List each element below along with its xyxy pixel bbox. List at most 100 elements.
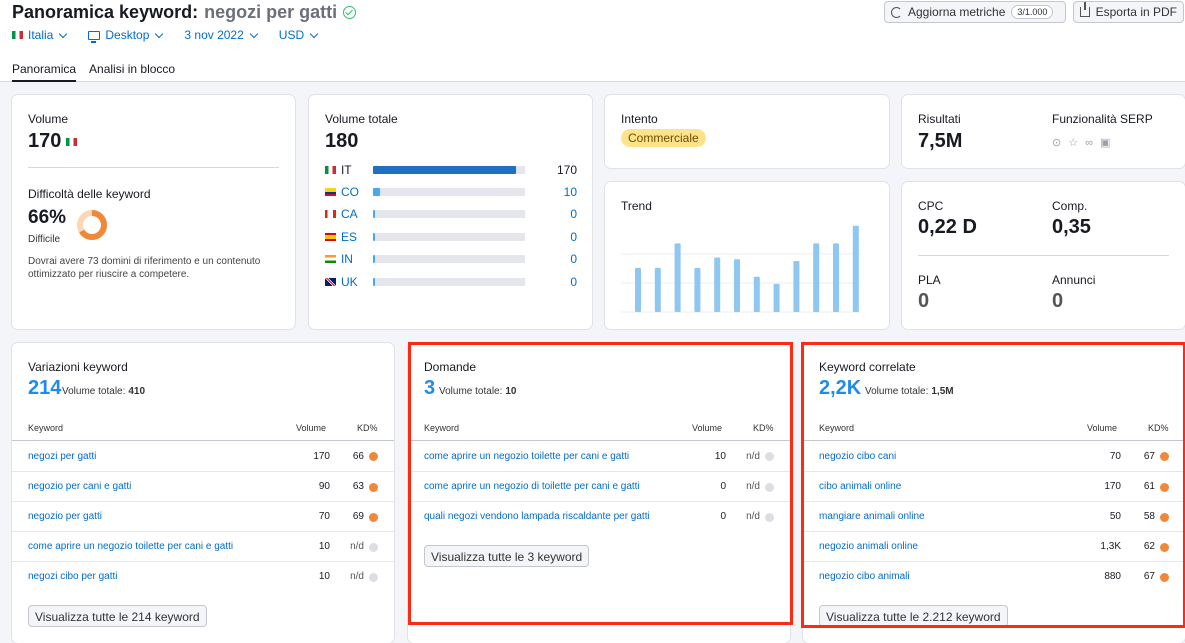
- ads-value: 0: [1052, 290, 1064, 312]
- keyword-volume: 170: [313, 450, 330, 462]
- country-row-es[interactable]: ES 0: [325, 229, 577, 244]
- country-volume-fill: [372, 187, 381, 196]
- country-volume-bar: [372, 277, 526, 286]
- country-code: UK: [340, 274, 358, 289]
- country-volume-bar: [372, 255, 526, 264]
- country-select[interactable]: Italia: [12, 28, 68, 42]
- filter-bar: Italia Desktop 3 nov 2022 USD: [12, 28, 339, 43]
- volume-value: 170: [28, 130, 62, 152]
- difficulty-donut: [77, 210, 107, 240]
- title-prefix: Panoramica keyword:: [12, 2, 199, 22]
- total-volume-value: 180: [325, 130, 359, 152]
- trend-bar[interactable]: [694, 268, 701, 312]
- country-volume-value: 0: [570, 274, 577, 289]
- verified-check-icon: [343, 6, 357, 19]
- in-flag-icon: [325, 255, 336, 264]
- trend-bar[interactable]: [793, 260, 800, 312]
- total-volume-value: 410: [128, 386, 146, 397]
- keyword-link[interactable]: come aprire un negozio toilette per cani…: [28, 541, 233, 552]
- table-row: negozio per cani e gatti 90 63: [12, 471, 394, 501]
- competition-value: 0,35: [1052, 216, 1091, 238]
- country-volume-fill: [372, 277, 375, 286]
- chevron-down-icon: [249, 29, 259, 38]
- trend-bar[interactable]: [773, 283, 780, 312]
- desktop-icon: [88, 30, 101, 43]
- country-code: CO: [340, 184, 359, 199]
- link-icon[interactable]: ∞: [1085, 137, 1093, 149]
- intent-label: Intento: [621, 112, 658, 126]
- divider: [918, 255, 1169, 256]
- country-row-it[interactable]: IT 170: [325, 163, 577, 177]
- keyword-kd: n/d: [350, 571, 364, 582]
- country-row-in[interactable]: IN 0: [325, 252, 577, 267]
- ca-flag-icon: [325, 210, 336, 219]
- country-row-uk[interactable]: UK 0: [325, 274, 577, 289]
- star-icon[interactable]: ☆: [1068, 136, 1078, 149]
- tab-panoramica[interactable]: Panoramica: [12, 62, 77, 82]
- keyword-link[interactable]: negozi per gatti: [28, 451, 96, 462]
- card-title: Variazioni keyword: [28, 360, 128, 374]
- country-volume-value: 0: [570, 252, 577, 267]
- tab-analisi-in-blocco[interactable]: Analisi in blocco: [89, 62, 175, 82]
- country-volume-bar: [372, 232, 526, 241]
- difficulty-level: Difficile: [28, 234, 61, 245]
- country-volume-fill: [372, 165, 517, 174]
- trend-bar[interactable]: [813, 243, 820, 312]
- intent-badge: Commerciale: [621, 129, 706, 147]
- export-label: Esporta in PDF: [1095, 5, 1177, 19]
- date-select[interactable]: 3 nov 2022: [184, 28, 259, 42]
- column-header-kd: KD%: [357, 423, 378, 433]
- country-value: Italia: [28, 28, 54, 42]
- es-flag-icon: [325, 232, 336, 241]
- chevron-down-icon: [59, 29, 68, 38]
- cpc-label: CPC: [918, 199, 944, 213]
- keyword-count[interactable]: 214: [28, 377, 61, 400]
- column-header-keyword: Keyword: [28, 423, 64, 433]
- total-volume-card: Volume totale 180 IT 170 CO 10 CA 0 ES 0 IN 0 UK 0: [309, 95, 592, 329]
- date-value: 3 nov 2022: [184, 28, 244, 42]
- trend-bar[interactable]: [734, 259, 740, 312]
- keyword-kd: 69: [352, 511, 364, 522]
- keyword-link[interactable]: negozio per cani e gatti: [28, 481, 131, 492]
- keyword-volume: 90: [318, 481, 330, 492]
- ads-label: Annunci: [1052, 273, 1096, 287]
- export-pdf-button[interactable]: Esporta in PDF: [1073, 1, 1184, 23]
- country-row-ca[interactable]: CA 0: [325, 207, 577, 221]
- country-code: IN: [340, 252, 353, 267]
- column-header-volume: Volume: [296, 423, 327, 433]
- image-icon[interactable]: ▣: [1100, 136, 1110, 149]
- difficulty-description: Dovrai avere 73 domini di riferimento e …: [28, 256, 261, 280]
- update-metrics-button[interactable]: Aggiorna metriche 3/1.000: [884, 1, 1066, 23]
- keyword-link[interactable]: negozio per gatti: [28, 511, 102, 522]
- trend-bar[interactable]: [714, 257, 721, 312]
- trend-bar[interactable]: [654, 268, 661, 312]
- refresh-icon: [891, 6, 902, 18]
- keyword-kd: 66: [352, 450, 364, 462]
- view-all-keywords-button[interactable]: Visualizza tutte le 214 keyword: [28, 605, 207, 627]
- location-pin-icon[interactable]: ⊙: [1052, 136, 1061, 149]
- cpc-card: CPC 0,22 D Comp. 0,35 PLA 0 Annunci 0: [902, 182, 1185, 329]
- italy-flag-icon: [66, 138, 77, 146]
- device-select[interactable]: Desktop: [88, 28, 164, 43]
- kd-indicator-dot: [369, 573, 378, 582]
- trend-bar[interactable]: [753, 276, 760, 312]
- trend-bar[interactable]: [833, 243, 839, 312]
- country-code: ES: [340, 229, 357, 244]
- update-label: Aggiorna metriche: [908, 5, 1006, 19]
- keyword-kd: 63: [352, 481, 364, 492]
- country-volume-fill: [372, 255, 375, 264]
- currency-select[interactable]: USD: [278, 28, 319, 42]
- country-volume-fill: [372, 210, 375, 219]
- country-row-co[interactable]: CO 10: [325, 184, 577, 199]
- intent-card: Intento Commerciale: [605, 95, 889, 168]
- keyword-link[interactable]: negozi cibo per gatti: [28, 571, 118, 582]
- divider: [28, 167, 279, 168]
- results-card: Risultati 7,5M Funzionalità SERP ⊙ ☆ ∞ ▣: [902, 95, 1185, 168]
- trend-bar[interactable]: [635, 268, 641, 312]
- trend-bar[interactable]: [852, 225, 859, 312]
- update-count-badge: 3/1.000: [1011, 5, 1054, 19]
- trend-bar[interactable]: [674, 243, 681, 312]
- currency-value: USD: [278, 28, 305, 42]
- trend-label: Trend: [621, 199, 652, 213]
- trend-card: Trend: [605, 182, 889, 329]
